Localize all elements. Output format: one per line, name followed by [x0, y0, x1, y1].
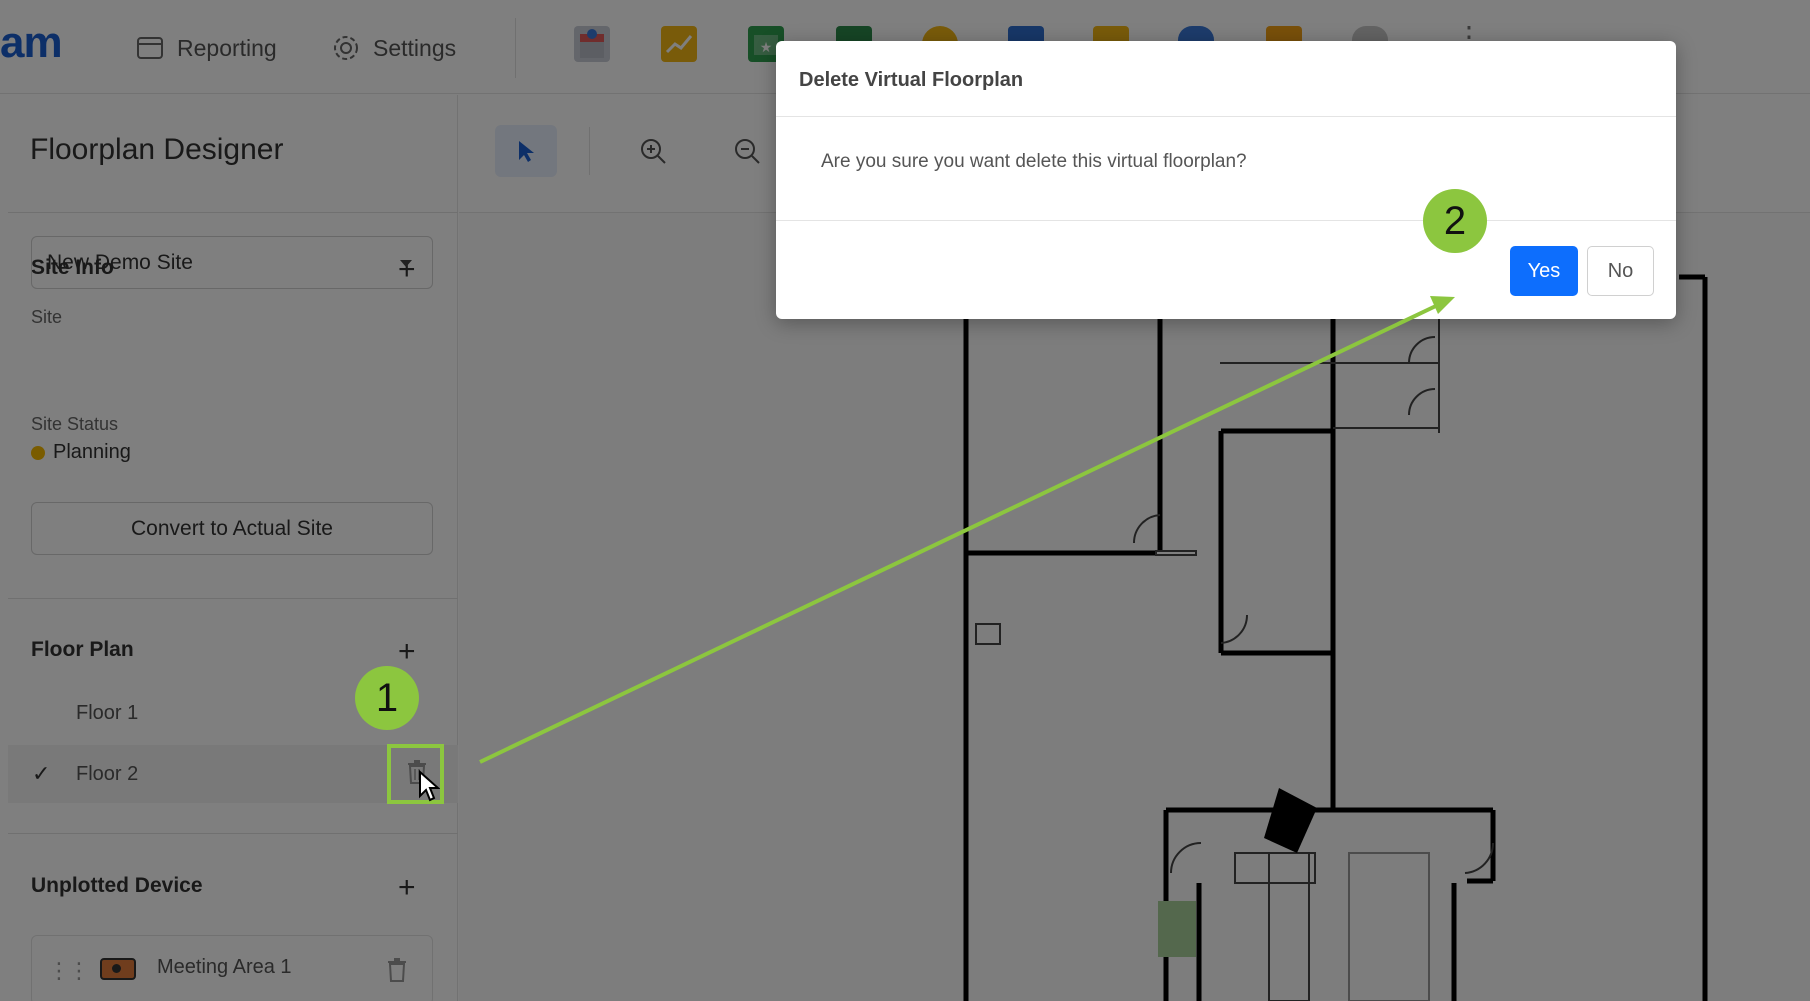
step-1-badge: 1	[355, 666, 419, 730]
annotation-arrow	[479, 296, 1455, 764]
step-2-badge: 2	[1423, 189, 1487, 253]
mouse-cursor-icon	[419, 770, 440, 802]
